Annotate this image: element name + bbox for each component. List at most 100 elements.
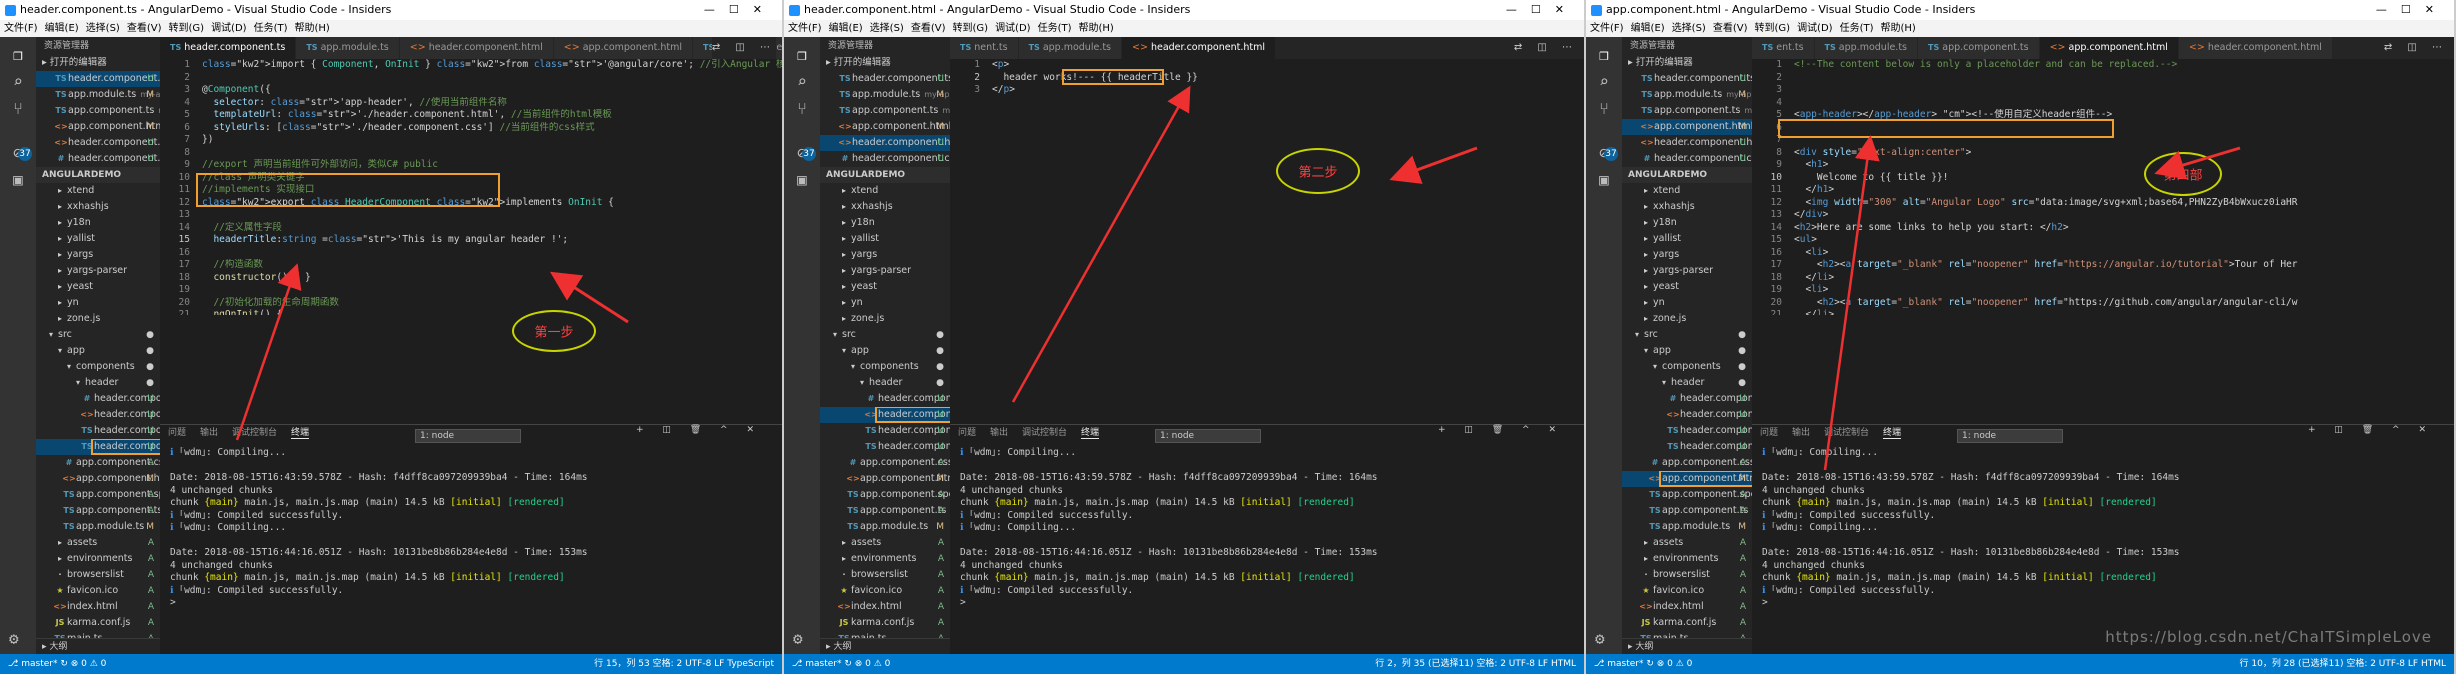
explorer-icon[interactable]: ❐ (1595, 46, 1613, 64)
tree-item[interactable]: ▸ yargs-parser (1622, 263, 1752, 279)
tree-item[interactable]: ▾ components ● (36, 359, 160, 375)
tree-item[interactable]: <>index.html A (820, 599, 950, 615)
open-editor-item[interactable]: TSapp.component.tsmy-app\src\app (1622, 103, 1752, 119)
status-left[interactable]: ⎇ master* ↻ ⊗ 0 ⚠ 0 (792, 654, 890, 674)
panel-tab[interactable]: 终端 (291, 428, 310, 439)
project-section[interactable]: ANGULARDEMO (820, 167, 950, 183)
open-editor-item[interactable]: <>header.component.htmlmy-app\srcU (36, 135, 160, 151)
menu-item[interactable]: 编辑(E) (829, 23, 863, 34)
tree-item[interactable]: · browserslist A (1622, 567, 1752, 583)
tree-item[interactable]: ▸ xtend (820, 183, 950, 199)
tree-item[interactable]: TSapp.module.ts M (36, 519, 160, 535)
gear-icon[interactable]: ⚙ (793, 629, 803, 648)
search-icon[interactable]: ⌕ (1595, 73, 1613, 91)
menu-item[interactable]: 选择(S) (870, 23, 904, 34)
tree-item[interactable]: ▾ app ● (820, 343, 950, 359)
tree-item[interactable]: TSheader.component.spec.tsU (820, 423, 950, 439)
window-controls[interactable]: —☐✕ (1506, 0, 1578, 20)
editor-tab[interactable]: TS app.module.ts (296, 37, 400, 59)
tree-item[interactable]: ▾ src ● (36, 327, 160, 343)
search-icon[interactable]: ⌕ (793, 73, 811, 91)
tree-item[interactable]: TSapp.component.ts A (820, 503, 950, 519)
editor-tab[interactable]: <> header.component.html (1122, 37, 1276, 59)
tree-item[interactable]: #header.component.cssU (36, 391, 160, 407)
menu-item[interactable]: 转到(G) (169, 23, 205, 34)
menu-item[interactable]: 文件(F) (4, 23, 38, 34)
panel-tab[interactable]: 问题 (1760, 428, 1778, 438)
status-right[interactable]: 行 10，列 28 (已选择11) 空格: 2 UTF-8 LF HTML (2240, 654, 2447, 674)
tree-item[interactable]: TSheader.component.tsU (820, 439, 950, 455)
menu-item[interactable]: 选择(S) (86, 23, 120, 34)
tree-item[interactable]: JS karma.conf.js A (36, 615, 160, 631)
tree-item[interactable]: ▸ yn (820, 295, 950, 311)
tree-item[interactable]: ▸ yn (36, 295, 160, 311)
gear-icon[interactable]: ⚙ (1595, 629, 1605, 648)
menu-item[interactable]: 编辑(E) (45, 23, 79, 34)
panel-tab[interactable]: 输出 (200, 428, 218, 438)
tree-item[interactable]: <>header.component.htmlU (1622, 407, 1752, 423)
open-editor-item[interactable]: <>header.component.htmlmy-app\srcU (820, 135, 950, 151)
tree-item[interactable]: ▸ assets A (36, 535, 160, 551)
tree-item[interactable]: ▸ yargs-parser (36, 263, 160, 279)
menu-item[interactable]: 任务(T) (1840, 23, 1874, 34)
open-editors-header[interactable]: ▸ 打开的编辑器 (1622, 55, 1752, 71)
menu-item[interactable]: 任务(T) (254, 23, 288, 34)
tree-item[interactable]: ▾ app ● (1622, 343, 1752, 359)
terminal-select[interactable]: 1: node (1155, 429, 1261, 443)
terminal-output[interactable]: ℹ ｢wdm｣: Compiling... Date: 2018-08-15T16… (1752, 447, 2454, 610)
open-editor-item[interactable]: #header.component.cssmy-app\srcU (820, 151, 950, 167)
source-control-icon[interactable]: ⑂ (1595, 100, 1613, 118)
editor-tab[interactable]: TS nent.ts (950, 37, 1019, 59)
project-section[interactable]: ANGULARDEMO (36, 167, 160, 183)
tree-item[interactable]: ▸ xtend (1622, 183, 1752, 199)
menu-item[interactable]: 调试(D) (1797, 23, 1833, 34)
editor-actions[interactable]: ⇄ ◫ ⋯ (1513, 37, 1578, 59)
window-controls[interactable]: —☐✕ (2376, 0, 2448, 20)
tree-item[interactable]: ▸ yeast (820, 279, 950, 295)
panel-actions[interactable]: + ◫ 🗑 ^ ✕ (2308, 425, 2434, 435)
open-editor-item[interactable]: <>header.component.htmlmy-app\srcU (1622, 135, 1752, 151)
tree-item[interactable]: ▸ yeast (36, 279, 160, 295)
open-editor-item[interactable]: TSapp.module.tsmy-app\src\appM (36, 87, 160, 103)
tree-item[interactable]: ★ favicon.ico A (36, 583, 160, 599)
panel-actions[interactable]: + ◫ 🗑 ^ ✕ (636, 425, 762, 435)
tree-item[interactable]: · browserslist A (820, 567, 950, 583)
editor-tab[interactable]: TS header.component.ts (160, 37, 297, 59)
tree-item[interactable]: TSheader.component.tsU (1622, 439, 1752, 455)
tree-item[interactable]: ▸ yargs (1622, 247, 1752, 263)
terminal-output[interactable]: ℹ ｢wdm｣: Compiling... Date: 2018-08-15T16… (160, 447, 782, 610)
tree-item[interactable]: ★ favicon.ico A (820, 583, 950, 599)
status-left[interactable]: ⎇ master* ↻ ⊗ 0 ⚠ 0 (8, 654, 106, 674)
tree-item[interactable]: ▸ xxhashjs (820, 199, 950, 215)
menu-item[interactable]: 编辑(E) (1631, 23, 1665, 34)
explorer-icon[interactable]: ❐ (793, 46, 811, 64)
open-editor-item[interactable]: #header.component.cssmy-app\srcU (1622, 151, 1752, 167)
tree-item[interactable]: <>app.component.htmlM (36, 471, 160, 487)
code-view[interactable]: 1 <p> 2 header works!--- {{ headerTitle }}… (950, 59, 1584, 315)
tree-item[interactable]: ▸ zone.js (820, 311, 950, 327)
menu-item[interactable]: 帮助(H) (1079, 23, 1114, 34)
editor-tab[interactable]: <> app.component.html (2039, 37, 2179, 59)
tree-item[interactable]: ▾ src ● (1622, 327, 1752, 343)
editor-tab[interactable]: <> app.component.html (553, 37, 694, 59)
panel-tab[interactable]: 终端 (1883, 428, 1902, 439)
status-left[interactable]: ⎇ master* ↻ ⊗ 0 ⚠ 0 (1594, 654, 1692, 674)
menu-item[interactable]: 任务(T) (1038, 23, 1072, 34)
panel-tab[interactable]: 问题 (958, 428, 976, 438)
tree-item[interactable]: ▸ yargs-parser (820, 263, 950, 279)
tree-item[interactable]: TSapp.module.ts M (820, 519, 950, 535)
code-view[interactable]: 1 <!--The content below is only a placeho… (1752, 59, 2454, 315)
panel-tab[interactable]: 调试控制台 (1824, 428, 1869, 438)
search-icon[interactable]: ⌕ (9, 73, 27, 91)
project-section[interactable]: ANGULARDEMO (1622, 167, 1752, 183)
tree-item[interactable]: ▸ xxhashjs (36, 199, 160, 215)
tree-item[interactable]: · browserslist A (36, 567, 160, 583)
extensions-icon[interactable]: ▣ (1595, 171, 1613, 189)
editor-actions[interactable]: ⇄ ◫ ⋯ (711, 37, 776, 59)
editor-actions[interactable]: ⇄ ◫ ⋯ (2383, 37, 2448, 59)
open-editor-item[interactable]: <>app.component.htmlmy-app\src\appM (36, 119, 160, 135)
window-controls[interactable]: —☐✕ (704, 0, 776, 20)
panel-tab[interactable]: 调试控制台 (1022, 428, 1067, 438)
status-right[interactable]: 行 2，列 35 (已选择11) 空格: 2 UTF-8 LF HTML (1375, 654, 1576, 674)
menu-item[interactable]: 查看(V) (911, 23, 946, 34)
